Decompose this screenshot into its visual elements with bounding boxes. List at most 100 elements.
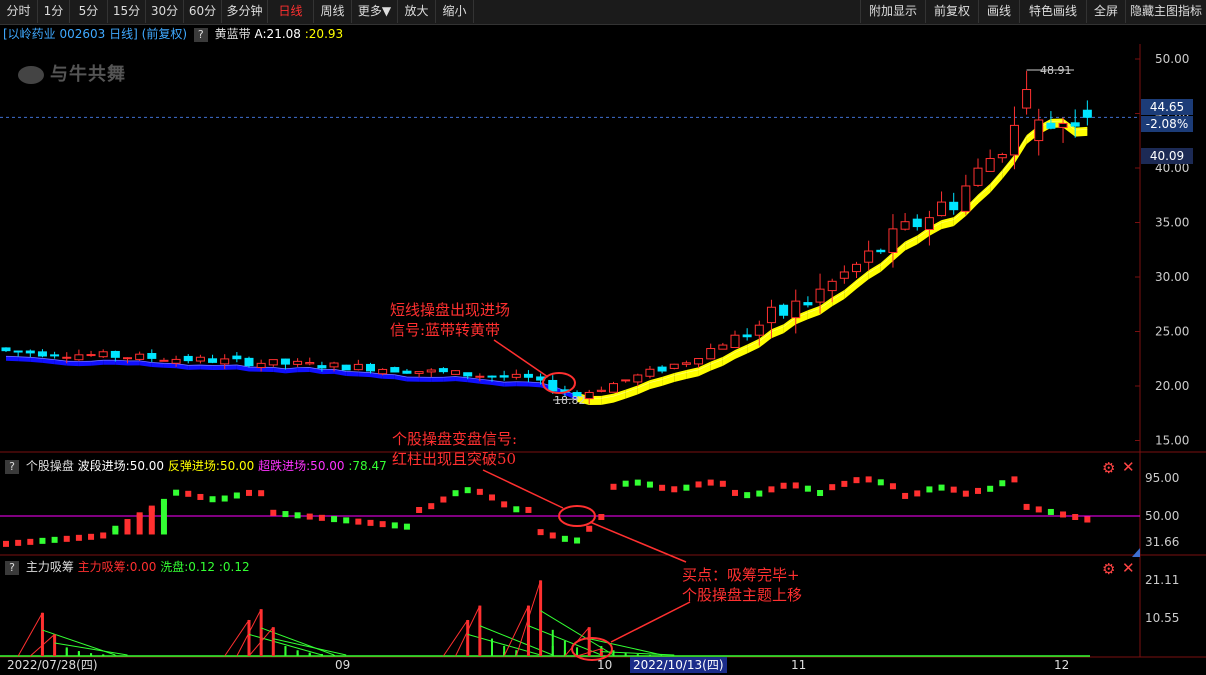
panel2-bar	[39, 537, 46, 544]
candle-body	[220, 358, 230, 365]
panel2-bar	[938, 484, 945, 491]
panel2-bar	[549, 532, 556, 539]
candle-body	[487, 375, 497, 378]
panel2-bar	[756, 490, 763, 497]
panel2-bar	[914, 490, 921, 497]
candle-body	[438, 368, 448, 373]
candle-body	[548, 379, 558, 392]
panel2-bar	[695, 481, 702, 488]
panel3-red-edge	[224, 619, 250, 657]
candle-body	[937, 201, 947, 217]
panel2-bar	[367, 519, 374, 526]
panel2-bar	[416, 506, 423, 513]
candle-body	[86, 354, 96, 357]
panel2-bar	[1072, 514, 1079, 520]
panel2-axis-label: 50.00	[1145, 509, 1179, 523]
candle-body	[402, 370, 412, 374]
panel2-item4: :78.47	[348, 459, 387, 473]
annotation-change-line1: 个股操盘变盘信号:	[392, 430, 518, 448]
panel2-bar	[1047, 508, 1054, 515]
price-axis-label: 35.00	[1155, 216, 1189, 230]
candle-body	[135, 353, 145, 360]
panel2-bar	[877, 479, 884, 486]
panel3-axis-label: 10.55	[1145, 611, 1179, 625]
band-segment	[844, 279, 857, 299]
panel2-bar	[440, 496, 447, 503]
candle-body	[621, 379, 631, 382]
date-month-09: 09	[335, 658, 351, 672]
panel3-help-icon[interactable]: ?	[5, 560, 19, 575]
candle-body	[390, 367, 400, 373]
panel2-bar	[1084, 516, 1091, 523]
panel2-bar	[173, 489, 180, 496]
panel2-bar	[343, 517, 350, 524]
panel3-close-icon[interactable]: ✕	[1122, 559, 1135, 577]
candle-body	[366, 363, 375, 372]
candle-body	[123, 357, 132, 360]
panel2-bar	[792, 482, 799, 489]
candle-body	[876, 249, 886, 253]
band-segment	[832, 289, 845, 307]
candle-body	[341, 364, 351, 371]
panel2-column	[148, 507, 155, 535]
candle-body	[414, 371, 424, 374]
candle-body	[451, 370, 461, 375]
panel2-help-icon[interactable]: ?	[5, 459, 19, 474]
panel2-bar	[1060, 511, 1067, 518]
candle-body	[596, 389, 606, 392]
panel2-bar	[987, 485, 994, 492]
candle-body	[13, 350, 23, 353]
panel2-bar	[902, 492, 909, 499]
band-segment	[880, 252, 893, 272]
candle-body	[815, 288, 825, 303]
candle-body	[742, 334, 752, 338]
band-segment	[1075, 126, 1088, 137]
panel2-item2: 反弹进场:50.00	[167, 459, 255, 473]
panel2-bar	[804, 485, 811, 492]
panel2-bar	[634, 479, 641, 486]
candle-body	[208, 358, 218, 363]
panel2-bar	[331, 516, 338, 523]
band-segment	[868, 262, 881, 280]
panel2-settings-icon[interactable]: ⚙	[1102, 459, 1115, 477]
panel2-bar	[391, 522, 398, 529]
candle-body	[912, 218, 922, 228]
band-segment	[649, 376, 663, 390]
candle-body	[924, 217, 934, 231]
panel2-bar	[63, 535, 70, 542]
panel2-corner-marker	[1132, 548, 1140, 557]
candle-body	[98, 351, 108, 358]
candle-body	[1082, 109, 1092, 118]
band-segment	[856, 270, 869, 289]
panel2-bar	[926, 486, 933, 493]
panel3-settings-icon[interactable]: ⚙	[1102, 560, 1115, 578]
candle-body	[730, 334, 740, 348]
panel2-bar	[197, 493, 204, 500]
panel2-bar	[622, 480, 629, 487]
band-segment	[662, 373, 675, 386]
panel3-axis-label: 21.11	[1145, 573, 1179, 587]
change-percent-box: -2.08%	[1141, 116, 1193, 132]
panel2-bar	[853, 477, 860, 484]
annotation-arrow-4	[610, 601, 691, 643]
panel2-name: 个股操盘	[25, 459, 74, 473]
panel2-bar	[586, 525, 593, 532]
price-axis-label: 25.00	[1155, 325, 1189, 339]
candle-body	[499, 375, 509, 378]
candle-body	[1070, 122, 1080, 127]
candle-body	[888, 228, 898, 253]
date-month-11: 11	[791, 658, 807, 672]
panel2-bar	[683, 484, 690, 491]
panel2-bar	[282, 511, 289, 518]
annotation-entry-line1: 短线操盘出现进场	[390, 301, 511, 319]
date-month-10: 10	[597, 658, 613, 672]
panel2-bar	[476, 488, 483, 495]
annotation-arrow-3	[589, 521, 687, 563]
panel2-bar	[999, 480, 1006, 487]
candle-body	[329, 362, 339, 368]
panel2-bar	[355, 518, 362, 525]
candle-body	[694, 358, 704, 365]
panel2-close-icon[interactable]: ✕	[1122, 458, 1135, 476]
candle-body	[378, 368, 388, 375]
panel2-bar	[598, 514, 605, 520]
